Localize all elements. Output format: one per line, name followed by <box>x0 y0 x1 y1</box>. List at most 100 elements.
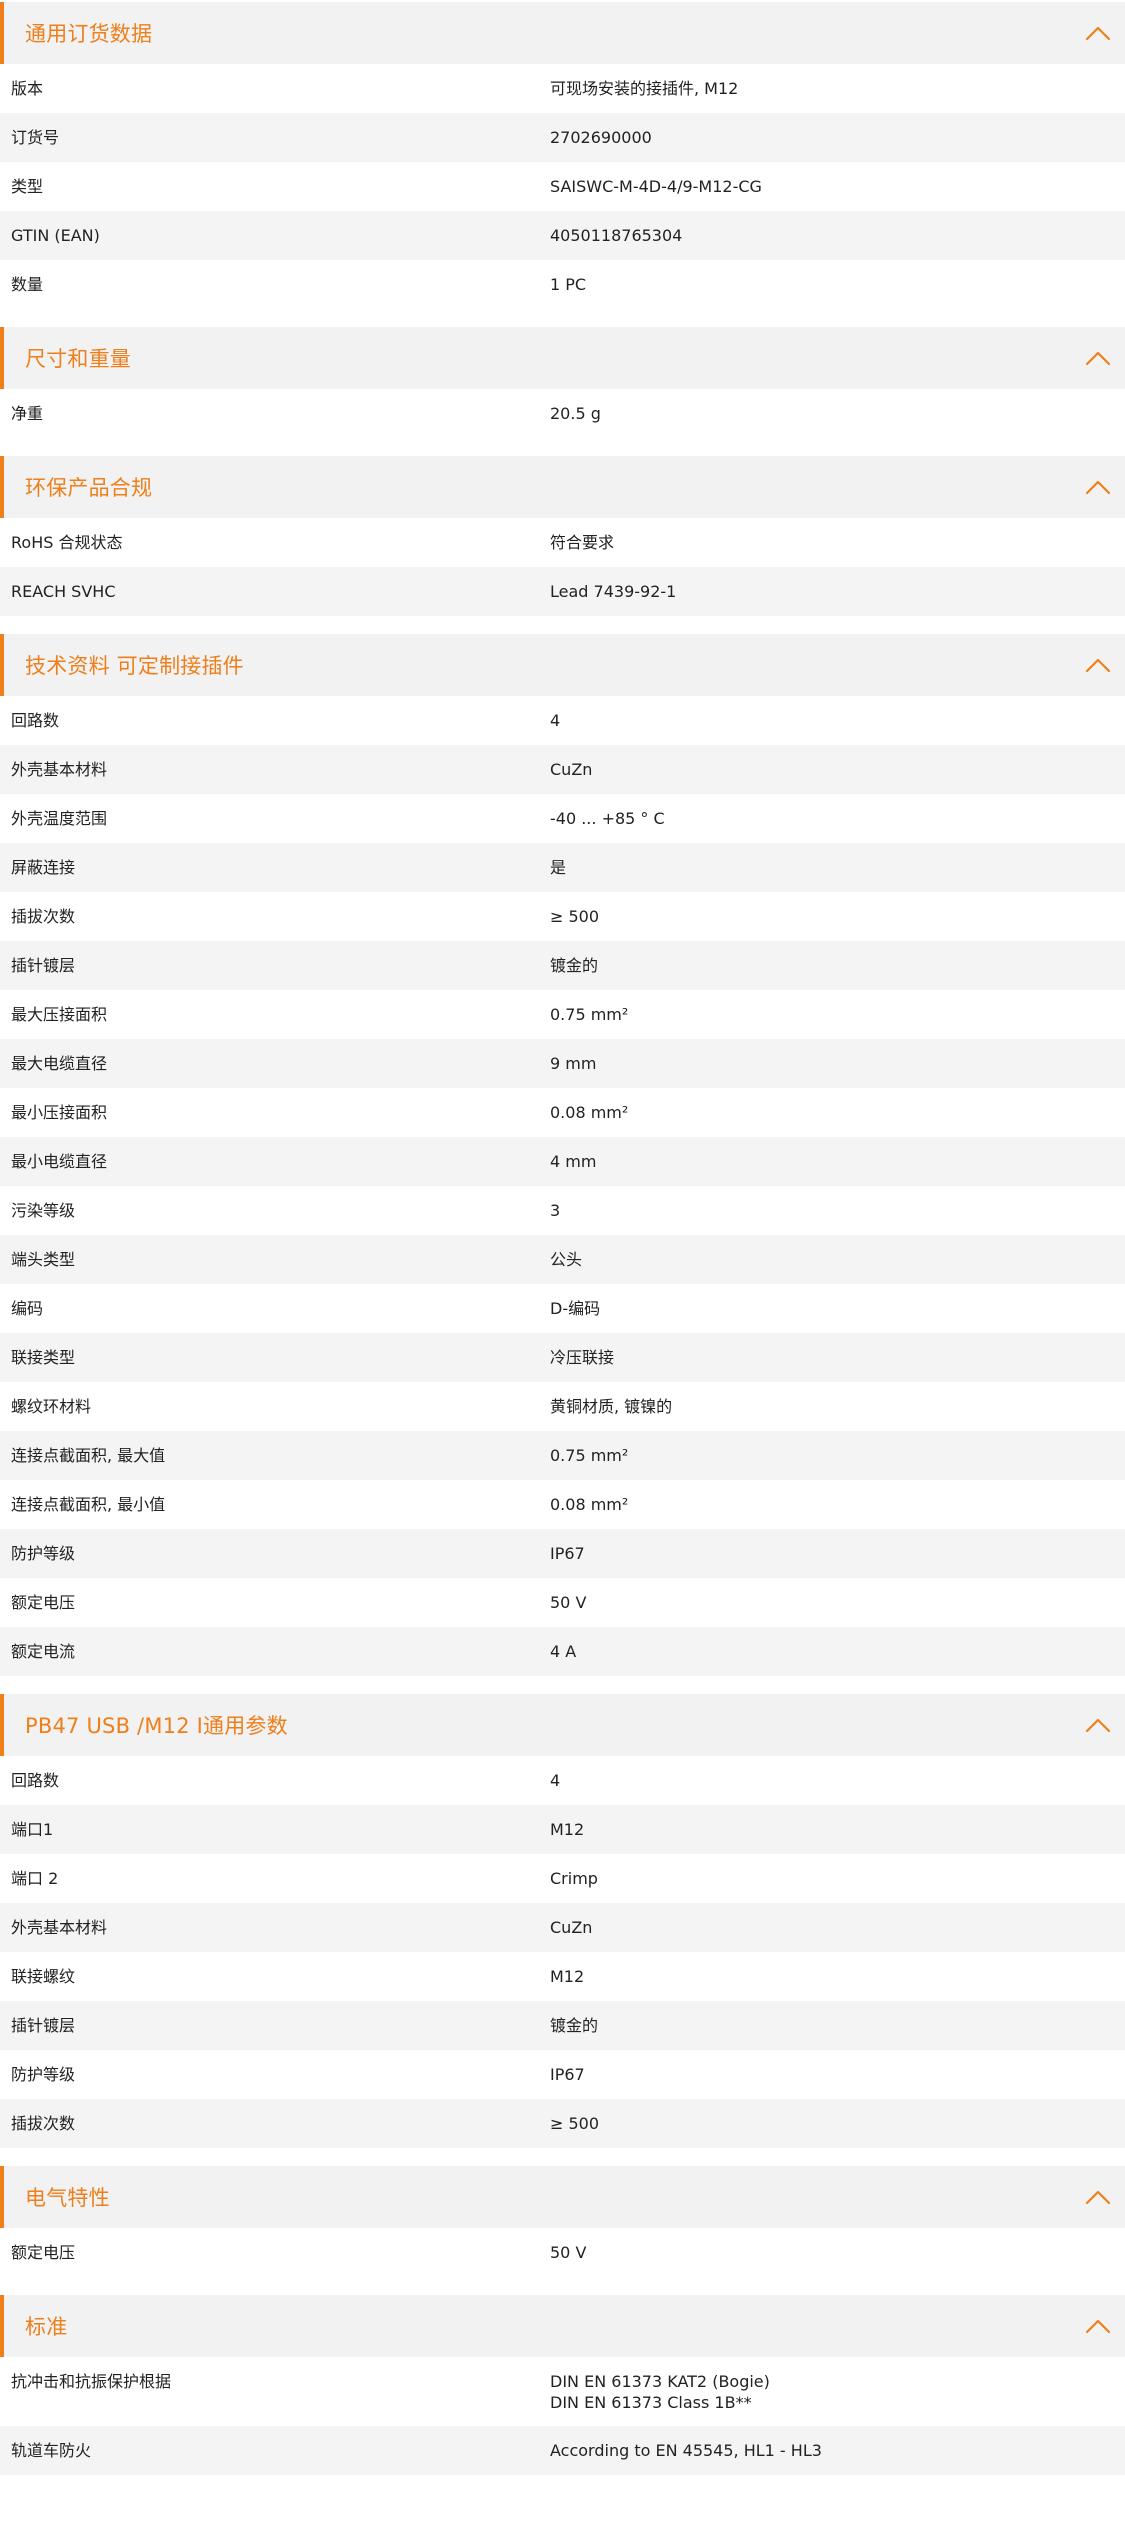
spec-value-line: 冷压联接 <box>550 1348 615 1367</box>
spec-label: 额定电压 <box>11 1593 76 1612</box>
section-header-dimensions[interactable]: 尺寸和重量 <box>0 327 1125 389</box>
spec-section-dimensions: 尺寸和重量净重 20.5 g <box>0 327 1125 438</box>
spec-value-line: SAISWC-M-4D-4/9-M12-CG <box>550 177 762 196</box>
section-title: PB47 USB /M12 I通用参数 <box>25 1714 288 1738</box>
spec-value: 2702690000 <box>550 113 1125 161</box>
section-header-ordering[interactable]: 通用订货数据 <box>0 2 1125 64</box>
spec-value: 镀金的 <box>550 2001 1125 2049</box>
spec-value-line: 2702690000 <box>550 128 652 147</box>
spec-row: 联接类型 冷压联接 <box>0 1333 1125 1382</box>
spec-row: 插拔次数 ≥ 500 <box>0 892 1125 941</box>
section-header-standards[interactable]: 标准 <box>0 2295 1125 2357</box>
spec-label: 端口1 <box>11 1820 54 1839</box>
spec-row: 防护等级 IP67 <box>0 2050 1125 2099</box>
chevron-up-icon[interactable] <box>1085 350 1111 366</box>
spec-row: 净重 20.5 g <box>0 389 1125 438</box>
spec-label: REACH SVHC <box>11 582 116 601</box>
chevron-up-icon[interactable] <box>1085 1717 1111 1733</box>
spec-value-line: DIN EN 61373 KAT2 (Bogie) <box>550 2372 770 2391</box>
spec-row: 轨道车防火 According to EN 45545, HL1 - HL3 <box>0 2426 1125 2475</box>
spec-label: 插针镀层 <box>11 956 76 975</box>
spec-row: 抗冲击和抗振保护根据 DIN EN 61373 KAT2 (Bogie) DIN E… <box>0 2357 1125 2426</box>
section-title: 通用订货数据 <box>25 22 153 46</box>
chevron-up-icon[interactable] <box>1085 657 1111 673</box>
spec-row: 外壳基本材料 CuZn <box>0 745 1125 794</box>
spec-value-line: 1 PC <box>550 275 587 294</box>
spec-row: RoHS 合规状态 符合要求 <box>0 518 1125 567</box>
spec-section-electrical: 电气特性 额定电压 50 V <box>0 2166 1125 2277</box>
spec-row: 数量 1 PC <box>0 260 1125 309</box>
spec-label: 版本 <box>11 79 44 98</box>
chevron-up-icon[interactable] <box>1085 479 1111 495</box>
spec-label: 联接类型 <box>11 1348 76 1367</box>
spec-row: 类型 SAISWC-M-4D-4/9-M12-CG <box>0 162 1125 211</box>
spec-value: 可现场安装的接插件, M12 <box>550 64 1125 112</box>
spec-label: 轨道车防火 <box>11 2441 92 2460</box>
product-spec-page: 通用订货数据版本 可现场安装的接插件, M12 订货号 2702690000 类型 SAI… <box>0 0 1125 2475</box>
spec-row: 编码 D-编码 <box>0 1284 1125 1333</box>
spec-value: D-编码 <box>550 1284 1125 1332</box>
spec-value: M12 <box>550 1952 1125 2000</box>
spec-label: 污染等级 <box>11 1201 76 1220</box>
chevron-up-icon[interactable] <box>1085 2189 1111 2205</box>
spec-row: 插针镀层 镀金的 <box>0 941 1125 990</box>
spec-value-line: DIN EN 61373 Class 1B** <box>550 2393 752 2412</box>
spec-value-line: 公头 <box>550 1250 583 1269</box>
spec-row: 最小压接面积 0.08 mm² <box>0 1088 1125 1137</box>
spec-section-ordering: 通用订货数据版本 可现场安装的接插件, M12 订货号 2702690000 类型 SAI… <box>0 2 1125 309</box>
spec-row: 版本 可现场安装的接插件, M12 <box>0 64 1125 113</box>
spec-value: 20.5 g <box>550 389 1125 437</box>
section-header-electrical[interactable]: 电气特性 <box>0 2166 1125 2228</box>
spec-value: 50 V <box>550 1578 1125 1626</box>
spec-value-line: ≥ 500 <box>550 907 600 926</box>
section-header-compliance[interactable]: 环保产品合规 <box>0 456 1125 518</box>
spec-label: RoHS 合规状态 <box>11 533 123 552</box>
spec-value: 是 <box>550 843 1125 891</box>
spec-value-line: 0.08 mm² <box>550 1495 629 1514</box>
chevron-up-icon[interactable] <box>1085 25 1111 41</box>
spec-row: 回路数 4 <box>0 696 1125 745</box>
section-header-pb47[interactable]: PB47 USB /M12 I通用参数 <box>0 1694 1125 1756</box>
spec-label: 回路数 <box>11 711 60 730</box>
spec-value: 0.08 mm² <box>550 1088 1125 1136</box>
spec-row: 联接螺纹 M12 <box>0 1952 1125 2001</box>
spec-value: 3 <box>550 1186 1125 1234</box>
spec-value: 4 mm <box>550 1137 1125 1185</box>
spec-value-line: ≥ 500 <box>550 2114 600 2133</box>
spec-row: 防护等级 IP67 <box>0 1529 1125 1578</box>
spec-label: 最大压接面积 <box>11 1005 108 1024</box>
spec-label: 最小压接面积 <box>11 1103 108 1122</box>
spec-value-line: 4 A <box>550 1642 577 1661</box>
spec-value-line: According to EN 45545, HL1 - HL3 <box>550 2441 822 2460</box>
spec-value: SAISWC-M-4D-4/9-M12-CG <box>550 162 1125 210</box>
spec-row: 最小电缆直径 4 mm <box>0 1137 1125 1186</box>
spec-row: 额定电流 4 A <box>0 1627 1125 1676</box>
spec-label: 外壳基本材料 <box>11 760 108 779</box>
section-header-technical[interactable]: 技术资料 可定制接插件 <box>0 634 1125 696</box>
spec-label: 防护等级 <box>11 1544 76 1563</box>
chevron-up-icon[interactable] <box>1085 2318 1111 2334</box>
spec-value-line: 符合要求 <box>550 533 615 552</box>
spec-label: 抗冲击和抗振保护根据 <box>11 2372 172 2391</box>
spec-value: According to EN 45545, HL1 - HL3 <box>550 2426 1125 2474</box>
spec-value: CuZn <box>550 1903 1125 1951</box>
spec-label: 外壳温度范围 <box>11 809 108 828</box>
spec-value: 50 V <box>550 2228 1125 2276</box>
spec-value: 0.75 mm² <box>550 1431 1125 1479</box>
spec-value-line: 0.75 mm² <box>550 1005 629 1024</box>
spec-value: 符合要求 <box>550 518 1125 566</box>
spec-value-line: 4 <box>550 711 561 730</box>
spec-value-line: IP67 <box>550 1544 585 1563</box>
spec-row: GTIN (EAN) 4050118765304 <box>0 211 1125 260</box>
spec-section-technical: 技术资料 可定制接插件回路数 4 外壳基本材料 CuZn 外壳温度范围 -40 ... +… <box>0 634 1125 1676</box>
spec-row: 端口1 M12 <box>0 1805 1125 1854</box>
spec-value-line: 是 <box>550 858 567 877</box>
spec-label: 屏蔽连接 <box>11 858 76 877</box>
spec-row: 外壳温度范围 -40 ... +85 ° C <box>0 794 1125 843</box>
section-title: 技术资料 可定制接插件 <box>25 654 244 678</box>
spec-label: GTIN (EAN) <box>11 226 100 245</box>
spec-label: 净重 <box>11 404 44 423</box>
spec-value-line: 可现场安装的接插件, M12 <box>550 79 739 98</box>
spec-label: 订货号 <box>11 128 60 147</box>
spec-value-line: D-编码 <box>550 1299 601 1318</box>
